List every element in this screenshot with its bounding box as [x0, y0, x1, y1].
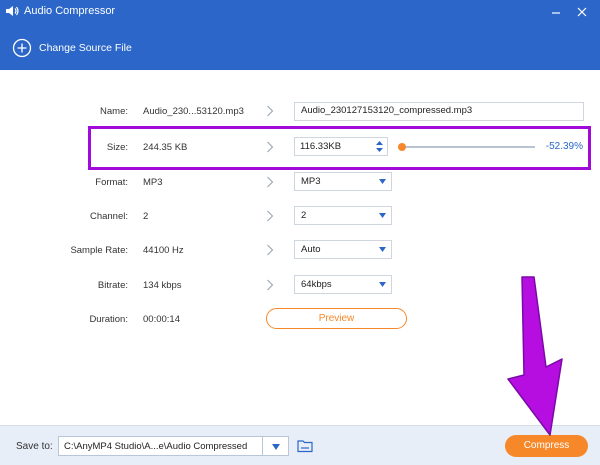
save-path-dropdown[interactable]	[262, 436, 289, 456]
minimize-button[interactable]	[546, 2, 566, 22]
original-channel: 2	[143, 211, 149, 222]
window-title: Audio Compressor	[24, 5, 116, 17]
format-dropdown[interactable]: MP3	[294, 172, 392, 191]
slider-handle[interactable]	[398, 143, 406, 151]
size-value: 116.33KB	[300, 141, 342, 152]
annotation-arrow	[507, 276, 563, 436]
chevron-right-icon	[267, 176, 274, 188]
original-size: 244.35 KB	[143, 142, 188, 153]
close-button[interactable]	[572, 2, 592, 22]
title-bar: Audio Compressor	[0, 0, 600, 24]
name-label: Name:	[100, 106, 128, 117]
preview-button[interactable]: Preview	[266, 308, 407, 329]
original-format: MP3	[143, 177, 163, 188]
dropdown-arrow-icon	[379, 247, 386, 252]
original-name: Audio_230...53120.mp3	[143, 106, 244, 117]
original-duration: 00:00:14	[143, 314, 180, 325]
channel-label: Channel:	[89, 211, 128, 222]
sample-rate-dropdown[interactable]: Auto	[294, 240, 392, 259]
size-label: Size:	[106, 142, 128, 153]
bitrate-selected: 64kbps	[301, 279, 332, 290]
size-slider[interactable]	[398, 143, 535, 151]
minimize-icon	[552, 12, 560, 14]
sample-rate-label: Sample Rate:	[70, 245, 128, 256]
slider-track	[399, 146, 535, 148]
chevron-right-icon	[267, 105, 274, 117]
bitrate-dropdown[interactable]: 64kbps	[294, 275, 392, 294]
sample-rate-selected: Auto	[301, 244, 321, 255]
spin-arrows-icon[interactable]	[375, 139, 384, 154]
duration-label: Duration:	[89, 314, 128, 325]
bitrate-label: Bitrate:	[97, 280, 128, 291]
close-icon	[577, 7, 587, 17]
change-source-button[interactable]: Change Source File	[12, 37, 132, 59]
speaker-icon	[6, 6, 19, 16]
format-label: Format:	[95, 177, 128, 188]
channel-selected: 2	[301, 210, 307, 221]
chevron-right-icon	[267, 210, 274, 222]
save-path-field[interactable]: C:\AnyMP4 Studio\A...e\Audio Compressed	[58, 436, 263, 456]
change-source-label: Change Source File	[39, 42, 132, 54]
format-selected: MP3	[301, 176, 321, 187]
dropdown-arrow-icon	[379, 179, 386, 184]
size-stepper[interactable]: 116.33KB	[294, 137, 388, 156]
dropdown-arrow-icon	[272, 444, 280, 450]
channel-dropdown[interactable]: 2	[294, 206, 392, 225]
chevron-right-icon	[267, 141, 274, 153]
save-to-label: Save to:	[16, 441, 53, 452]
plus-circle-icon	[12, 38, 32, 58]
chevron-right-icon	[267, 279, 274, 291]
compress-button[interactable]: Compress	[505, 435, 588, 457]
original-bitrate: 134 kbps	[143, 280, 182, 291]
original-sample-rate: 44100 Hz	[143, 245, 184, 256]
dropdown-arrow-icon	[379, 213, 386, 218]
folder-icon[interactable]	[296, 437, 314, 455]
size-percent: -52.39%	[545, 141, 583, 152]
toolbar: Change Source File	[0, 24, 600, 70]
dropdown-arrow-icon	[379, 282, 386, 287]
chevron-right-icon	[267, 244, 274, 256]
output-name-field[interactable]: Audio_230127153120_compressed.mp3	[294, 102, 584, 121]
